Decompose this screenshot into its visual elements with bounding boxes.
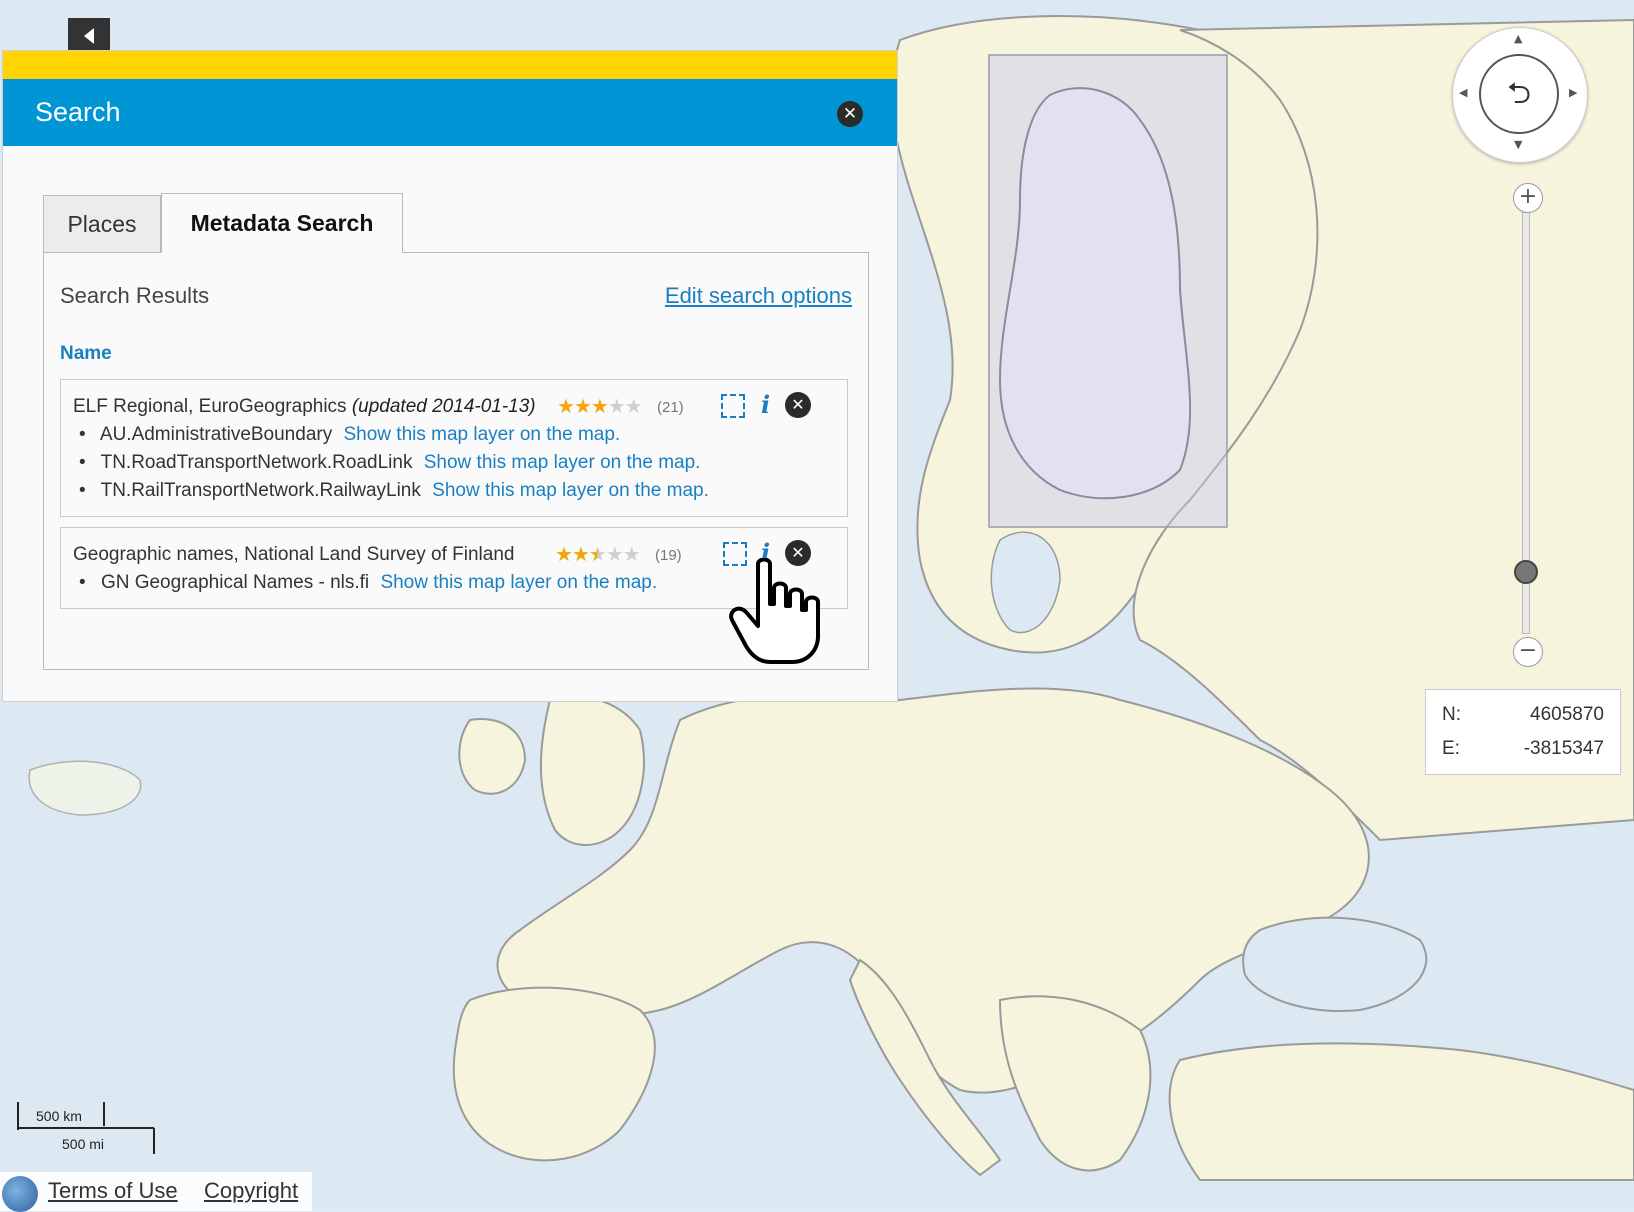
coordinate-display: N: 4605870 E: -3815347	[1425, 689, 1621, 775]
info-icon[interactable]: i	[761, 390, 770, 419]
result-item: ELF Regional, EuroGeographics (updated 2…	[60, 379, 848, 517]
coord-north-row: N: 4605870	[1442, 704, 1604, 728]
result-title-text: Geographic names, National Land Survey o…	[73, 544, 515, 565]
pan-control[interactable]: ▲ ▼ ◀ ▶ ⮌	[1452, 27, 1588, 163]
layer-name: TN.RailTransportNetwork.RailwayLink	[100, 480, 421, 501]
coord-north-value: 4605870	[1530, 704, 1604, 725]
close-panel-button[interactable]: ✕	[837, 101, 863, 127]
show-layer-link[interactable]: Show this map layer on the map.	[344, 424, 621, 445]
result-updated-date: (updated 2014-01-13)	[351, 396, 536, 417]
edit-search-options-link[interactable]: Edit search options	[665, 283, 852, 309]
coord-east-row: E: -3815347	[1442, 738, 1604, 762]
result-title-text: ELF Regional, EuroGeographics	[73, 396, 347, 417]
pan-down-icon[interactable]: ▼	[1514, 138, 1522, 151]
pan-left-icon[interactable]: ◀	[1459, 86, 1467, 99]
scale-km-label: 500 km	[36, 1108, 82, 1124]
chevron-left-icon	[84, 28, 94, 44]
rating-count: (21)	[657, 399, 684, 416]
layer-name: GN Geographical Names - nls.fi	[100, 572, 370, 593]
star-icon: ★	[555, 542, 573, 566]
copyright-link[interactable]: Copyright	[204, 1178, 298, 1204]
rating-count: (19)	[655, 547, 682, 564]
collapse-panel-button[interactable]	[68, 18, 110, 54]
star-empty-icon: ★	[624, 394, 643, 418]
rating-stars: ★★★★★	[557, 394, 643, 418]
scale-bar: 500 km 500 mi	[16, 1100, 156, 1156]
search-results-title: Search Results	[60, 283, 210, 308]
zoom-slider-handle[interactable]	[1514, 560, 1538, 584]
footer: Terms of Use Copyright	[0, 1172, 312, 1212]
layer-list: GN Geographical Names - nls.fi Show this…	[97, 572, 657, 600]
tab-metadata-search[interactable]: Metadata Search	[161, 193, 403, 253]
star-empty-icon: ★	[622, 542, 641, 566]
terms-of-use-link[interactable]: Terms of Use	[48, 1178, 178, 1204]
reset-view-icon[interactable]: ⮌	[1479, 54, 1559, 134]
star-icon: ★	[590, 394, 609, 418]
layer-list: AU.AdministrativeBoundary Show this map …	[97, 424, 709, 508]
panel-title: Search	[35, 97, 121, 127]
hand-pointer-cursor-icon	[728, 557, 824, 668]
result-title[interactable]: Geographic names, National Land Survey o…	[73, 544, 514, 566]
close-icon: ✕	[842, 104, 858, 124]
layer-name: AU.AdministrativeBoundary	[99, 424, 333, 445]
rating-stars: ★★★★★	[555, 542, 641, 566]
panel-accent-bar	[3, 51, 897, 79]
coord-east-label: E:	[1442, 738, 1460, 759]
list-item: GN Geographical Names - nls.fi Show this…	[97, 572, 657, 600]
show-layer-link[interactable]: Show this map layer on the map.	[432, 480, 709, 501]
remove-result-button[interactable]: ✕	[785, 392, 811, 418]
tab-places[interactable]: Places	[43, 195, 161, 253]
zoom-out-button[interactable]: −	[1513, 637, 1543, 667]
result-title[interactable]: ELF Regional, EuroGeographics (updated 2…	[73, 396, 536, 418]
scale-mi-label: 500 mi	[62, 1136, 105, 1152]
pan-up-icon[interactable]: ▲	[1514, 32, 1522, 45]
globe-logo-icon	[2, 1176, 38, 1212]
show-extent-icon[interactable]	[721, 394, 745, 418]
list-item: TN.RailTransportNetwork.RailwayLink Show…	[97, 480, 709, 508]
panel-header: Search ✕	[3, 79, 897, 146]
coord-north-label: N:	[1442, 704, 1461, 725]
coord-east-value: -3815347	[1523, 738, 1604, 759]
star-empty-icon: ★	[607, 394, 626, 418]
star-empty-icon: ★	[605, 542, 624, 566]
star-icon: ★	[557, 394, 575, 418]
column-header-name[interactable]: Name	[60, 343, 112, 365]
list-item: AU.AdministrativeBoundary Show this map …	[97, 424, 709, 452]
star-icon: ★	[571, 542, 590, 566]
layer-name: TN.RoadTransportNetwork.RoadLink	[100, 452, 413, 473]
show-layer-link[interactable]: Show this map layer on the map.	[380, 572, 657, 593]
zoom-in-button[interactable]: +	[1513, 183, 1543, 213]
show-layer-link[interactable]: Show this map layer on the map.	[424, 452, 701, 473]
star-icon: ★	[573, 394, 592, 418]
star-half-icon: ★	[588, 542, 607, 566]
list-item: TN.RoadTransportNetwork.RoadLink Show th…	[97, 452, 709, 480]
pan-right-icon[interactable]: ▶	[1569, 86, 1577, 99]
close-icon: ✕	[791, 395, 805, 414]
